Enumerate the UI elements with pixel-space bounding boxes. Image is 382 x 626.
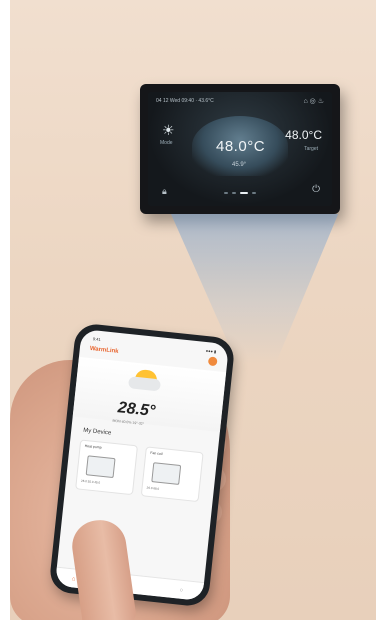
- target-temperature[interactable]: 48.0°C: [285, 128, 322, 142]
- mode-label: Mode: [160, 140, 173, 146]
- target-label: Target: [304, 146, 318, 152]
- controller-screen: 04 12 Wed 09:40 · 43.6°C ⌂ ◎ ♨ ☀ Mode 48…: [148, 92, 332, 206]
- heat-pump-icon: [85, 455, 116, 479]
- power-icon[interactable]: ⏻: [312, 184, 320, 195]
- page-indicator[interactable]: [222, 192, 258, 196]
- device-card-title: Heat pump: [84, 443, 102, 450]
- device-card-title: Fan coil: [150, 450, 163, 457]
- controller-status-bar: 04 12 Wed 09:40 · 43.6°C: [156, 98, 214, 104]
- lock-icon[interactable]: 🔒︎: [162, 186, 167, 197]
- phone-status-time: 9:41: [92, 336, 101, 342]
- app-title: WarmLink: [89, 345, 119, 355]
- home-icon[interactable]: ⌂: [71, 576, 75, 582]
- page-dot[interactable]: [224, 192, 228, 194]
- main-temperature: 48.0°C: [216, 138, 266, 155]
- device-card-values: 25.0 35.0 45.0: [80, 478, 101, 485]
- sun-icon[interactable]: ☀: [162, 122, 175, 139]
- user-icon[interactable]: ○: [179, 588, 183, 594]
- page-dot[interactable]: [232, 192, 236, 194]
- wall-background: 04 12 Wed 09:40 · 43.6°C ⌂ ◎ ♨ ☀ Mode 48…: [10, 0, 376, 620]
- device-card-values: 26.0 68.0: [146, 485, 160, 491]
- page-dot-active[interactable]: [240, 192, 248, 194]
- fan-coil-icon: [151, 462, 182, 485]
- device-card-heat-pump[interactable]: Heat pump 25.0 35.0 45.0: [75, 439, 139, 496]
- avatar[interactable]: [207, 356, 218, 367]
- device-card-fan-coil[interactable]: Fan coil 26.0 68.0: [140, 446, 204, 503]
- wall-controller: 04 12 Wed 09:40 · 43.6°C ⌂ ◎ ♨ ☀ Mode 48…: [140, 84, 340, 214]
- phone-status-icons: ●●● ▮: [205, 348, 217, 355]
- section-title: My Device: [82, 427, 112, 437]
- page-dot[interactable]: [252, 192, 256, 194]
- controller-status-icons: ⌂ ◎ ♨: [303, 98, 324, 105]
- water-temperature: 45.9°: [232, 162, 247, 168]
- weather-temperature: 28.5°: [116, 399, 157, 421]
- weather-card: [72, 356, 227, 432]
